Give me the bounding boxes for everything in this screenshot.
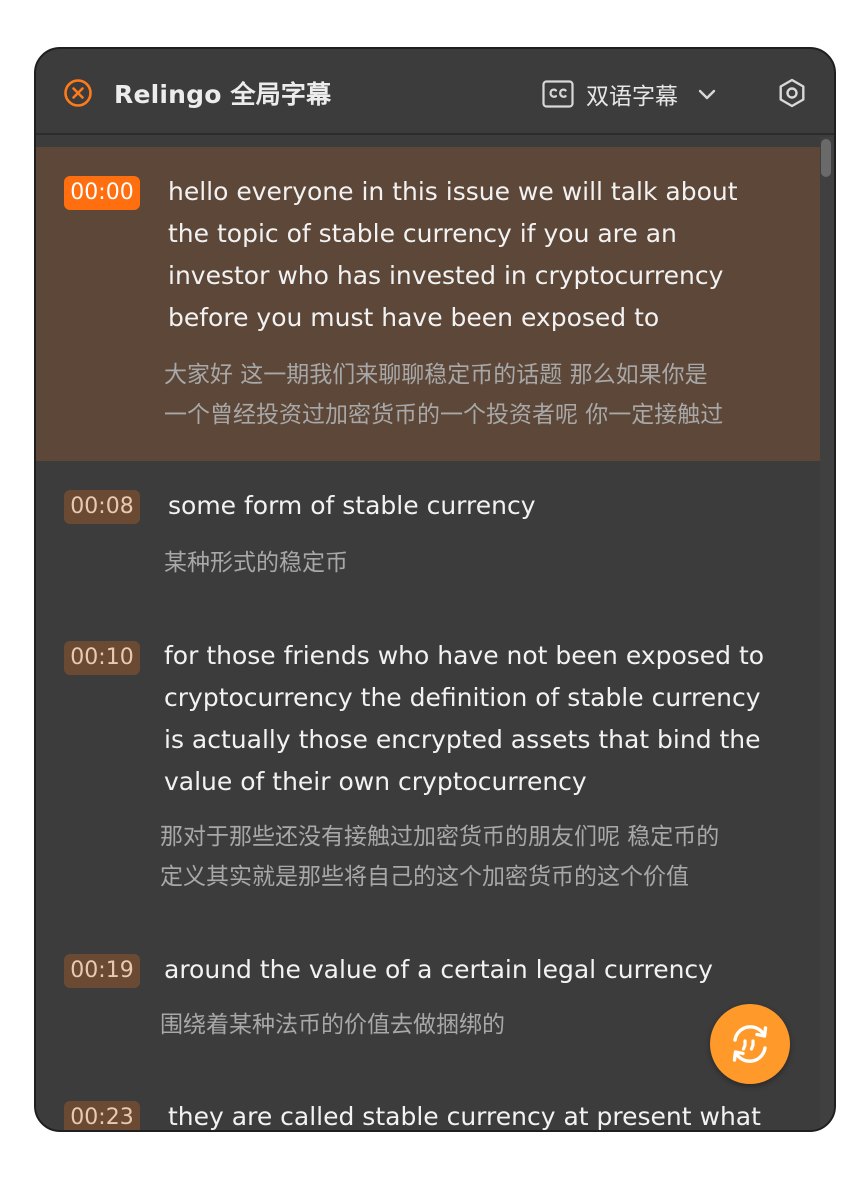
subtitle-mode-label: 双语字幕 xyxy=(586,84,678,110)
subtitle-line: 大家好 这一期我们来聊聊稳定币的话题 那么如果你是 xyxy=(164,362,708,388)
subtitle-line: 围绕着某种法币的价值去做捆绑的 xyxy=(160,1012,505,1038)
subtitle-item[interactable]: 00:08 some form of stable currency 某种形式的… xyxy=(36,461,822,611)
timestamp-button[interactable]: 00:23 xyxy=(64,1101,140,1130)
subtitle-english: around the value of a certain legal curr… xyxy=(164,949,713,991)
chevron-down-icon xyxy=(698,89,716,100)
subtitle-chinese: 大家好 这一期我们来聊聊稳定币的话题 那么如果你是 一个曾经投资过加密货币的一个… xyxy=(164,355,723,435)
subtitle-english: for those friends who have not been expo… xyxy=(164,635,764,803)
subtitle-chinese: 那对于那些还没有接触过加密货币的朋友们呢 稳定币的 定义其实就是那些将自己的这个… xyxy=(160,817,719,897)
subtitle-list[interactable]: 00:00 hello everyone in this issue we wi… xyxy=(36,137,822,1130)
subtitle-line: some form of stable currency xyxy=(168,491,536,520)
subtitle-line: before you must have been exposed to xyxy=(168,303,660,332)
subtitle-line: for those friends who have not been expo… xyxy=(164,641,765,670)
subtitle-line: investor who has invested in cryptocurre… xyxy=(168,261,724,290)
subtitle-panel: Relingo 全局字幕 双语字幕 00:00 hello everyone i… xyxy=(34,47,836,1132)
panel-title: Relingo 全局字幕 xyxy=(114,80,332,109)
sync-subtitles-button[interactable] xyxy=(710,1004,790,1084)
subtitle-line: cryptocurrency the definition of stable … xyxy=(164,683,761,712)
subtitle-line: the topic of stable currency if you are … xyxy=(168,219,677,248)
subtitle-line: they are called stable currency at prese… xyxy=(168,1102,761,1130)
subtitle-chinese: 围绕着某种法币的价值去做捆绑的 xyxy=(160,1005,505,1045)
timestamp-button[interactable]: 00:08 xyxy=(64,490,140,524)
close-circle-icon[interactable] xyxy=(63,78,93,108)
cc-icon xyxy=(542,80,574,108)
sync-quote-icon xyxy=(732,1025,768,1063)
subtitle-line: around the value of a certain legal curr… xyxy=(164,955,713,984)
subtitle-line: hello everyone in this issue we will tal… xyxy=(168,177,738,206)
subtitle-english: hello everyone in this issue we will tal… xyxy=(168,171,738,339)
timestamp-button[interactable]: 00:19 xyxy=(64,954,140,988)
subtitle-line: 那对于那些还没有接触过加密货币的朋友们呢 稳定币的 xyxy=(160,824,720,850)
subtitle-line: is actually those encrypted assets that … xyxy=(164,725,761,754)
timestamp-button[interactable]: 00:10 xyxy=(64,641,140,675)
timestamp-button[interactable]: 00:00 xyxy=(64,176,140,210)
panel-header: Relingo 全局字幕 双语字幕 xyxy=(36,49,834,135)
subtitle-item[interactable]: 00:10 for those friends who have not bee… xyxy=(36,611,822,925)
subtitle-english: some form of stable currency xyxy=(168,485,536,527)
subtitle-item[interactable]: 00:19 around the value of a certain lega… xyxy=(36,925,822,1075)
subtitle-mode-dropdown[interactable]: 双语字幕 xyxy=(542,77,718,111)
subtitle-line: 定义其实就是那些将自己的这个加密货币的这个价值 xyxy=(160,864,689,890)
scrollbar-thumb[interactable] xyxy=(821,139,831,177)
scrollbar[interactable] xyxy=(820,137,834,1130)
subtitle-chinese: 某种形式的稳定币 xyxy=(164,543,348,583)
subtitle-item[interactable]: 00:00 hello everyone in this issue we wi… xyxy=(36,147,822,461)
hexagon-gear-icon[interactable] xyxy=(776,77,808,109)
subtitle-english: they are called stable currency at prese… xyxy=(168,1096,761,1130)
subtitle-line: value of their own cryptocurrency xyxy=(164,767,587,796)
subtitle-item[interactable]: 00:23 they are called stable currency at… xyxy=(36,1075,822,1130)
subtitle-line: 一个曾经投资过加密货币的一个投资者呢 你一定接触过 xyxy=(164,402,724,428)
subtitle-line: 某种形式的稳定币 xyxy=(164,550,348,576)
